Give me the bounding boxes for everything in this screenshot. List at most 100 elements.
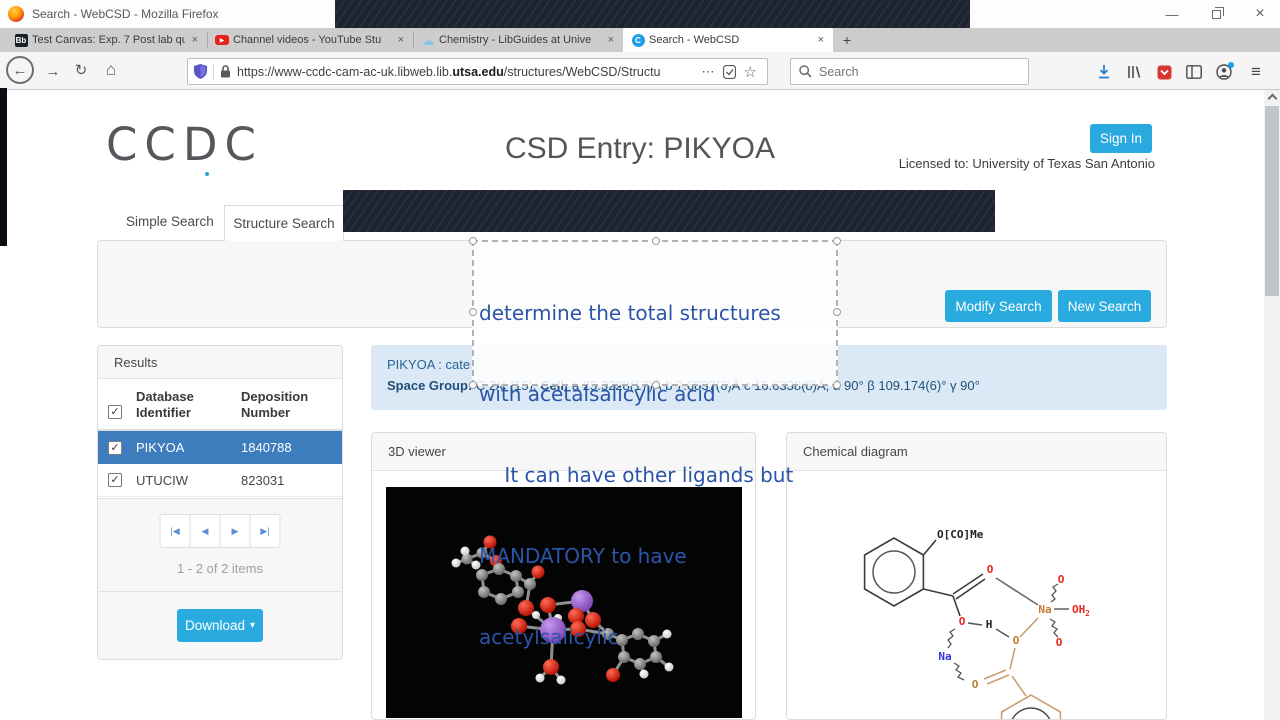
- resize-handle[interactable]: [469, 237, 477, 245]
- sidebar-icon[interactable]: [1182, 62, 1206, 82]
- search-input[interactable]: [819, 64, 1020, 79]
- webcsd-icon: C: [631, 33, 645, 47]
- tab-youtube[interactable]: ▶ Channel videos - YouTube Stu ×: [207, 28, 413, 52]
- last-page-button[interactable]: ▶|: [249, 514, 281, 548]
- resize-handle[interactable]: [833, 381, 841, 389]
- pocket-icon[interactable]: [1152, 62, 1176, 82]
- resize-handle[interactable]: [833, 308, 841, 316]
- tab-strip: Bb Test Canvas: Exp. 7 Post lab qu × ▶ C…: [0, 28, 1280, 52]
- label-hydrogen: H: [986, 618, 993, 631]
- new-search-button[interactable]: New Search: [1058, 290, 1151, 322]
- row-checkbox[interactable]: ✓: [108, 440, 122, 455]
- chemical-diagram-canvas[interactable]: O[CO]Me O Na O OH2 O O H O Na O: [788, 472, 1166, 719]
- tab-simple-search[interactable]: Simple Search: [126, 214, 214, 229]
- next-page-button[interactable]: ▶: [219, 514, 251, 548]
- label-oxygen: O: [1056, 636, 1063, 649]
- label-ocome: O[CO]Me: [937, 528, 984, 541]
- database-identifier[interactable]: PIKYOA: [136, 440, 184, 455]
- home-button[interactable]: ⌂: [100, 59, 122, 81]
- chemical-diagram-panel: Chemical diagram O[CO]Me O Na O OH2 O O …: [786, 432, 1167, 720]
- label-oxygen: O: [959, 615, 966, 628]
- url-bar[interactable]: https://www-ccdc-cam-ac-uk.libweb.lib.ut…: [187, 58, 768, 85]
- label-water: OH2: [1072, 603, 1090, 618]
- forward-button[interactable]: →: [42, 62, 64, 80]
- minimize-icon: —: [1165, 6, 1179, 22]
- hamburger-menu-icon[interactable]: ≡: [1244, 62, 1268, 82]
- annotation-box[interactable]: determine the total structures with acet…: [469, 237, 841, 649]
- tab-close-icon[interactable]: ×: [605, 34, 617, 46]
- page-actions-icon[interactable]: ⋯: [702, 64, 715, 80]
- column-deposition-number: Deposition Number: [241, 389, 309, 420]
- window-minimize-button[interactable]: —: [1152, 0, 1192, 28]
- label-oxygen: O: [1058, 573, 1065, 586]
- deposition-number: 823031: [241, 472, 285, 488]
- download-button[interactable]: Download ▾: [177, 609, 263, 642]
- url-text[interactable]: https://www-ccdc-cam-ac-uk.libweb.lib.ut…: [237, 65, 698, 79]
- pagination-count: 1 - 2 of 2 items: [177, 561, 263, 576]
- result-row-pikyoa[interactable]: ✓ PIKYOA 1840788: [98, 431, 342, 464]
- bookmark-star-icon[interactable]: ☆: [744, 63, 757, 81]
- tab-label: Search - WebCSD: [649, 34, 740, 46]
- resize-handle[interactable]: [652, 381, 660, 389]
- results-panel: Results ✓ Database Identifier Deposition N…: [97, 345, 343, 660]
- back-button[interactable]: ←: [6, 56, 34, 84]
- extension-shield-icon[interactable]: [722, 64, 736, 79]
- browser-search-bar[interactable]: [790, 58, 1029, 85]
- tab-close-icon[interactable]: ×: [815, 34, 827, 46]
- download-section: Download ▾: [98, 591, 342, 659]
- label-oxygen: O: [1013, 634, 1020, 647]
- tab-close-icon[interactable]: ×: [395, 34, 407, 46]
- first-page-button[interactable]: |◀: [159, 514, 191, 548]
- cloud-icon: ☁: [421, 32, 435, 48]
- divider: [213, 63, 214, 80]
- tab-structure-search[interactable]: Structure Search: [224, 205, 344, 241]
- ccdc-logo-dot: [205, 172, 209, 176]
- tab-label: Chemistry - LibGuides at Unive: [439, 34, 592, 46]
- account-icon[interactable]: [1212, 62, 1236, 82]
- search-icon: [799, 65, 812, 78]
- left-artifact-strip: [0, 88, 7, 246]
- resize-handle[interactable]: [833, 237, 841, 245]
- window-title: Search - WebCSD - Mozilla Firefox: [32, 7, 219, 21]
- deposition-number: 1840788: [241, 440, 292, 455]
- database-identifier[interactable]: UTUCIW: [136, 473, 188, 488]
- result-row-utuciw[interactable]: ✓ UTUCIW 823031: [98, 464, 342, 497]
- tab-test-canvas[interactable]: Bb Test Canvas: Exp. 7 Post lab qu ×: [6, 28, 207, 52]
- modify-search-button[interactable]: Modify Search: [945, 290, 1052, 322]
- chemical-diagram-drawing: O[CO]Me O Na O OH2 O O H O Na O: [863, 528, 1090, 719]
- window-restore-button[interactable]: [1196, 0, 1236, 28]
- blackboard-icon: Bb: [14, 33, 28, 47]
- resize-handle[interactable]: [652, 237, 660, 245]
- licensed-to: Licensed to: University of Texas San Ant…: [898, 156, 1155, 171]
- resize-handle[interactable]: [469, 381, 477, 389]
- tab-label: Test Canvas: Exp. 7 Post lab qu: [32, 34, 185, 46]
- row-checkbox[interactable]: ✓: [108, 473, 122, 487]
- annotation-text: determine the total structures with acet…: [479, 301, 794, 649]
- results-table-header: ✓ Database Identifier Deposition Number: [98, 379, 342, 431]
- caret-down-icon: ▾: [250, 620, 256, 631]
- results-header: Results: [98, 346, 342, 379]
- tab-close-icon[interactable]: ×: [189, 34, 201, 46]
- new-tab-button[interactable]: +: [833, 28, 861, 52]
- label-sodium: Na: [938, 650, 951, 663]
- chemical-diagram-header: Chemical diagram: [787, 433, 1166, 471]
- tab-label: Channel videos - YouTube Stu: [233, 34, 382, 46]
- window-close-button[interactable]: ×: [1240, 0, 1280, 28]
- redaction-band-top: [335, 0, 970, 28]
- prev-page-button[interactable]: ◀: [189, 514, 221, 548]
- results-footer: |◀ ◀ ▶ ▶| 1 - 2 of 2 items: [98, 498, 342, 591]
- youtube-icon: ▶: [215, 35, 229, 45]
- label-sodium: Na: [1038, 603, 1051, 616]
- reload-button[interactable]: ↻: [70, 60, 92, 80]
- tracking-shield-icon[interactable]: [194, 64, 207, 79]
- tab-libguides[interactable]: ☁ Chemistry - LibGuides at Unive ×: [413, 28, 623, 52]
- sign-in-button[interactable]: Sign In: [1090, 124, 1152, 153]
- library-icon[interactable]: [1122, 62, 1146, 82]
- scrollbar-thumb[interactable]: [1265, 106, 1279, 296]
- resize-handle[interactable]: [469, 308, 477, 316]
- tab-webcsd-active[interactable]: C Search - WebCSD ×: [623, 28, 833, 52]
- downloads-icon[interactable]: [1092, 62, 1116, 82]
- select-all-checkbox[interactable]: ✓: [108, 405, 122, 419]
- label-oxygen: O: [987, 563, 994, 576]
- firefox-icon: [8, 6, 24, 22]
